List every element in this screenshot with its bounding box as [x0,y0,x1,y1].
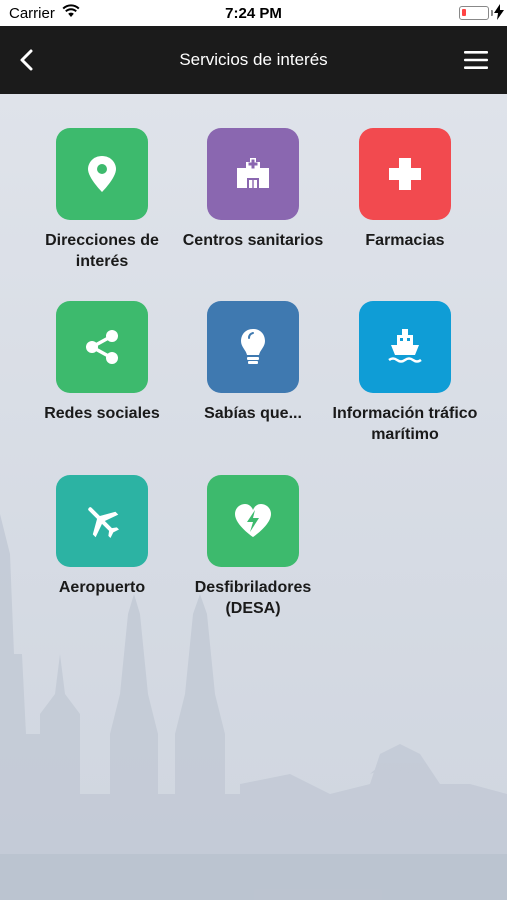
status-time: 7:24 PM [225,5,282,22]
hospital-icon[interactable] [207,128,299,220]
lightbulb-icon[interactable] [207,301,299,393]
tile-centros-sanitarios[interactable]: Centros sanitarios [173,128,333,251]
pharmacy-cross-icon[interactable] [359,128,451,220]
tile-label: Desfibriladores (DESA) [194,579,312,617]
tile-direcciones-de-interes[interactable]: Direcciones de interés [22,128,182,272]
tile-label: Información tráfico marítimo [332,405,478,443]
tile-label: Redes sociales [44,405,160,422]
defibrillator-heart-icon[interactable] [207,475,299,567]
tile-redes-sociales[interactable]: Redes sociales [22,301,182,424]
navigation-bar: Servicios de interés [0,26,507,94]
tile-desfibriladores[interactable]: Desfibriladores (DESA) [173,475,333,619]
hamburger-menu-icon[interactable] [463,50,489,70]
tile-informacion-trafico-maritimo[interactable]: Información tráfico marítimo [325,301,485,445]
tile-label: Direcciones de interés [45,232,159,270]
ship-icon[interactable] [359,301,451,393]
tile-aeropuerto[interactable]: Aeropuerto [22,475,182,598]
airplane-icon[interactable] [56,475,148,567]
battery-icon [459,6,489,20]
tile-sabias-que[interactable]: Sabías que... [173,301,333,424]
charging-bolt-icon [494,4,504,24]
location-pin-icon[interactable] [56,128,148,220]
tile-label: Aeropuerto [58,579,146,596]
tile-farmacias[interactable]: Farmacias [325,128,485,251]
page-title: Servicios de interés [179,50,328,69]
tile-label: Farmacias [365,232,445,249]
tile-label: Sabías que... [204,405,302,422]
status-bar: Carrier 7:24 PM [0,0,507,26]
tile-label: Centros sanitarios [182,232,324,249]
share-icon[interactable] [56,301,148,393]
